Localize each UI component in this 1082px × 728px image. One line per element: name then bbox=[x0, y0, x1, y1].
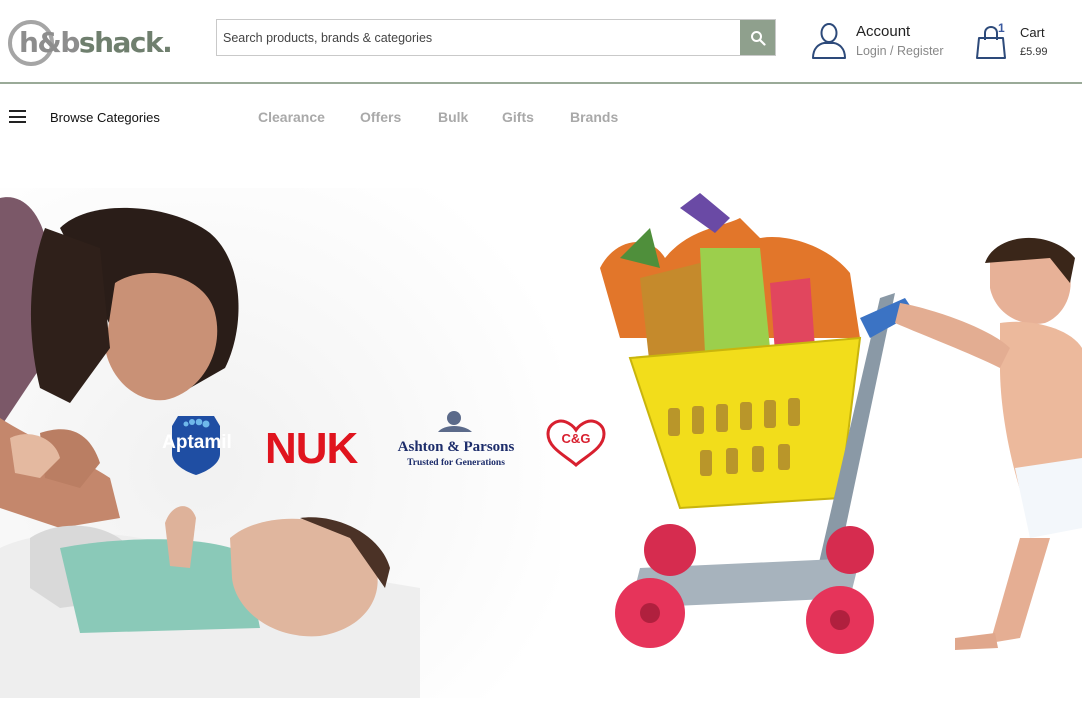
logo-text: h&bshack. bbox=[19, 26, 173, 59]
site-logo[interactable]: h&bshack. bbox=[8, 18, 183, 68]
search-icon bbox=[750, 30, 766, 46]
search-button[interactable] bbox=[740, 20, 775, 55]
cart-title: Cart bbox=[1020, 25, 1045, 40]
login-register-link[interactable]: Login / Register bbox=[856, 44, 944, 58]
hamburger-icon[interactable] bbox=[9, 110, 26, 123]
user-icon bbox=[812, 23, 846, 59]
nav-link-brands[interactable]: Brands bbox=[570, 109, 618, 125]
nav-link-clearance[interactable]: Clearance bbox=[258, 109, 325, 125]
nuk-logo-text: NUK bbox=[265, 424, 359, 470]
cart-link[interactable]: 1 Cart £5.99 bbox=[974, 20, 1074, 64]
nav-link-bulk[interactable]: Bulk bbox=[438, 109, 468, 125]
hero-banner[interactable]: Aptamil NUK Ashton & Parsons Trusted for… bbox=[0, 188, 1082, 698]
cart-count-badge: 1 bbox=[998, 21, 1005, 35]
aptamil-logo-text: Aptamil bbox=[162, 432, 232, 453]
nav-link-offers[interactable]: Offers bbox=[360, 109, 401, 125]
cg-baby-club-logo[interactable]: C&G bbox=[544, 418, 608, 468]
search-input[interactable] bbox=[217, 20, 741, 55]
aptamil-logo[interactable]: Aptamil bbox=[156, 414, 238, 476]
site-header: h&bshack. Account Login / Register 1 Car… bbox=[0, 0, 1082, 84]
ashton-parsons-logo[interactable]: Ashton & Parsons Trusted for Generations bbox=[394, 406, 518, 470]
account-link[interactable]: Account Login / Register bbox=[810, 20, 960, 64]
ashton-parsons-tagline: Trusted for Generations bbox=[407, 458, 505, 468]
browse-categories-button[interactable]: Browse Categories bbox=[50, 110, 160, 125]
main-nav: Browse Categories Clearance Offers Bulk … bbox=[0, 98, 1082, 138]
logo-text-part2: shack. bbox=[78, 26, 173, 59]
ashton-parsons-name: Ashton & Parsons bbox=[398, 439, 515, 455]
toy-trolley bbox=[600, 193, 915, 654]
account-title: Account bbox=[856, 23, 911, 40]
cart-total: £5.99 bbox=[1020, 46, 1048, 58]
logo-text-part1: h&b bbox=[19, 26, 80, 59]
nuk-logo[interactable]: NUK bbox=[265, 424, 369, 470]
cg-logo-text: C&G bbox=[562, 431, 591, 446]
search-bar bbox=[216, 19, 776, 56]
baby-figure-standing bbox=[895, 237, 1082, 650]
nav-link-gifts[interactable]: Gifts bbox=[502, 109, 534, 125]
